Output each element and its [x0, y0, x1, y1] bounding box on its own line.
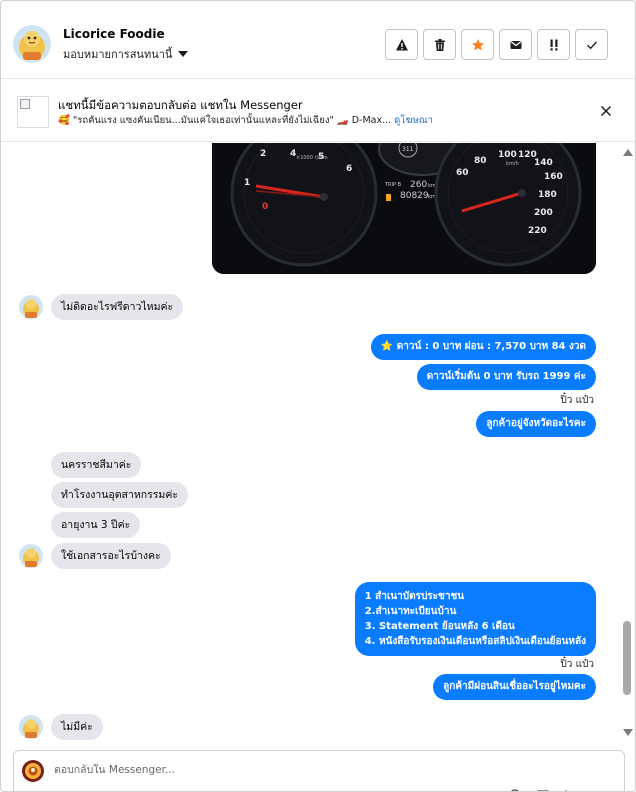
page-avatar [22, 760, 44, 782]
svg-text:1: 1 [244, 178, 250, 188]
avatar[interactable] [19, 715, 43, 739]
ad-text: "รถคันแรง แซงคันเนียน...มันแค่ใจเธอเท่าน… [72, 115, 392, 126]
incoming-message: อายุงาน 3 ปีค่ะ [51, 512, 141, 538]
incoming-message: ทำโรงงานอุตสาหกรรมค่ะ [51, 482, 188, 508]
trash-icon [434, 38, 445, 51]
outgoing-message: ดาวน์เริ่มต้น 0 บาท รับรถ 1999 ค่ะ [416, 364, 596, 390]
svg-text:60: 60 [456, 168, 469, 178]
svg-text:TRIP B: TRIP B [384, 182, 402, 188]
send-icon[interactable] [564, 788, 578, 792]
scroll-thumb[interactable] [623, 621, 631, 695]
scroll-up-icon[interactable] [623, 149, 633, 156]
warning-icon [395, 38, 408, 50]
svg-text:6: 6 [346, 164, 352, 174]
smiling-face-icon: 🥰 [58, 115, 70, 126]
message-line: 3. Statement ย้อนหลัง 6 เดือน [364, 621, 515, 632]
svg-text:80829: 80829 [400, 191, 429, 201]
outgoing-message: ลูกค้ามีผ่อนสินเชื่ออะไรอยู่ไหมคะ [433, 674, 596, 700]
view-ad-link[interactable]: ดูโฆษณา [394, 113, 433, 128]
svg-text:km/h: km/h [506, 161, 519, 167]
conversation-actions [385, 29, 608, 60]
avatar[interactable] [19, 295, 43, 319]
svg-text:100: 100 [498, 150, 517, 160]
svg-text:2: 2 [260, 149, 266, 159]
shared-photo[interactable]: 1 2 4 6 5 0 ×1000 r/min 311 TRIP B 260 k… [212, 143, 596, 274]
broken-image-icon [20, 99, 30, 109]
message-line: 1 สำเนาบัตรประชาชน [364, 591, 465, 602]
conversation-header: Licorice Foodie มอบหมายการสนทนานี้ [1, 9, 635, 79]
follow-up-button[interactable] [537, 29, 570, 60]
sender-name: ปิ๋ว แป๋ว [560, 395, 594, 406]
message-thread: 1 2 4 6 5 0 ×1000 r/min 311 TRIP B 260 k… [1, 143, 635, 745]
assign-conversation-dropdown[interactable]: มอบหมายการสนทนานี้ [63, 45, 189, 63]
star-button[interactable] [461, 29, 494, 60]
incoming-message: ไม่ดิดอะไรฟรีดาวไหมค่ะ [51, 294, 184, 320]
svg-text:180: 180 [538, 190, 557, 200]
svg-text:200: 200 [534, 208, 553, 218]
ad-reply-banner: แชทนี้มีข้อความตอบกลับต่อ แชทใน Messenge… [1, 80, 635, 142]
svg-text:80: 80 [474, 156, 487, 166]
incoming-message: ไม่มีค่ะ [51, 714, 103, 740]
priority-icon [550, 39, 557, 50]
svg-text:0: 0 [262, 202, 268, 212]
star-icon [471, 38, 484, 50]
check-icon [586, 41, 597, 49]
ad-thumbnail [17, 96, 49, 128]
assign-label: มอบหมายการสนทนานี้ [63, 48, 173, 61]
mark-spam-button[interactable] [385, 29, 418, 60]
composer-tools [452, 788, 578, 792]
svg-text:260: 260 [410, 180, 427, 190]
outgoing-message: 1 สำเนาบัตรประชาชน 2.สำเนาทะเบียนบ้าน 3.… [354, 582, 596, 656]
incoming-message: นครราชสีมาค่ะ [51, 452, 142, 478]
mark-unread-button[interactable] [499, 29, 532, 60]
svg-text:160: 160 [544, 172, 563, 182]
mail-icon [510, 40, 521, 49]
contact-name[interactable]: Licorice Foodie [63, 27, 165, 41]
svg-text:311: 311 [402, 146, 414, 153]
message-line: 2.สำเนาทะเบียนบ้าน [364, 606, 457, 617]
emoji-icon[interactable] [508, 788, 522, 792]
scroll-down-icon[interactable] [623, 729, 633, 736]
close-icon[interactable] [598, 103, 614, 119]
outgoing-message: ลูกค้าอยู่จังหวัดอะไรคะ [476, 411, 596, 437]
attachment-icon[interactable] [452, 788, 466, 792]
svg-text:×1000 r/min: ×1000 r/min [296, 155, 328, 161]
reply-composer [13, 750, 625, 792]
message-line: 4. หนังสือรับรองเงินเดือนหรือสลิปเงินเดื… [364, 636, 586, 647]
avatar[interactable] [19, 544, 43, 568]
caret-down-icon [178, 51, 189, 57]
saved-reply-icon[interactable] [480, 788, 494, 792]
mark-done-button[interactable] [575, 29, 608, 60]
reply-input[interactable] [54, 764, 454, 776]
svg-text:140: 140 [534, 158, 553, 168]
avatar[interactable] [13, 25, 51, 63]
banner-subtitle: 🥰 "รถคันแรง แซงคันเนียน...มันแค่ใจเธอเท่… [58, 113, 433, 128]
scrollbar[interactable] [619, 143, 635, 741]
image-icon[interactable] [536, 788, 550, 792]
sender-name: ปิ๋ว แป๋ว [560, 659, 594, 670]
delete-button[interactable] [423, 29, 456, 60]
conversation-panel: Licorice Foodie มอบหมายการสนทนานี้ แชทนี… [0, 0, 636, 792]
outgoing-message: ⭐ ดาวน์ : 0 บาท ผ่อน : 7,570 บาท 84 งวด [370, 334, 596, 360]
svg-text:220: 220 [528, 226, 547, 236]
incoming-message: ใช้เอกสารอะไรบ้างคะ [51, 543, 171, 569]
